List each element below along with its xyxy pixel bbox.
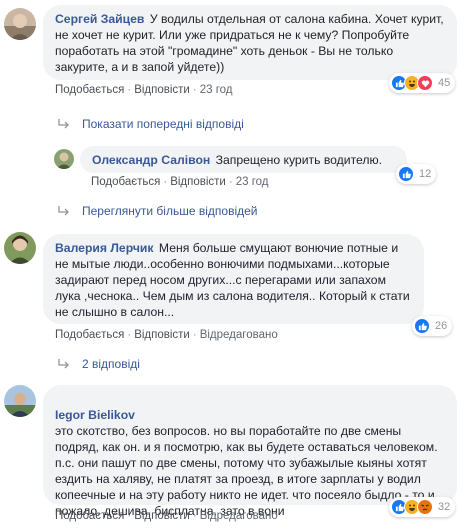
like-reaction-icon: [414, 318, 430, 334]
reply-link[interactable]: Відповісти: [134, 329, 190, 341]
reply-link[interactable]: Відповісти: [170, 176, 226, 188]
view-more-replies-link[interactable]: Переглянути більше відповідей: [56, 204, 257, 218]
edited-label[interactable]: Відредаговано: [200, 329, 278, 341]
replies-count-label[interactable]: 2 відповіді: [82, 357, 140, 371]
avatar[interactable]: [54, 149, 74, 169]
reply-link[interactable]: Відповісти: [134, 84, 190, 96]
avatar[interactable]: [4, 232, 36, 264]
like-link[interactable]: Подобається: [55, 510, 124, 522]
replies-count-link[interactable]: 2 відповіді: [56, 357, 140, 371]
like-link[interactable]: Подобається: [55, 329, 124, 341]
comment-actions: Подобається · Відповісти · Відредаговано: [55, 510, 278, 522]
show-previous-replies-label[interactable]: Показати попередні відповіді: [82, 117, 244, 131]
comment-bubble: Олександр Салівон Запрещено курить водит…: [80, 146, 407, 173]
reply-arrow-icon: [58, 359, 69, 369]
comment-author[interactable]: Iegor Bielikov: [55, 408, 135, 422]
reactions-summary[interactable]: 32: [389, 497, 456, 517]
comment-author[interactable]: Валерия Лерчик: [55, 241, 154, 255]
like-link[interactable]: Подобається: [55, 84, 124, 96]
comment-author[interactable]: Сергей Зайцев: [55, 12, 144, 26]
like-reaction-icon: [398, 166, 414, 182]
comment-actions: Подобається · Відповісти · 23 год: [55, 84, 233, 96]
avatar[interactable]: [4, 385, 36, 417]
angry-reaction-icon: [417, 499, 433, 515]
show-previous-replies-link[interactable]: Показати попередні відповіді: [56, 117, 244, 131]
avatar[interactable]: [4, 8, 36, 40]
reply-arrow-icon: [58, 206, 69, 216]
view-more-replies-label[interactable]: Переглянути більше відповідей: [82, 204, 257, 218]
reaction-count: 45: [438, 77, 451, 89]
reactions-summary[interactable]: 45: [389, 73, 456, 93]
comment-author[interactable]: Олександр Салівон: [92, 153, 210, 167]
comment-bubble: Iegor Bielikov это скотство, без вопросо…: [43, 385, 457, 518]
reaction-count: 32: [438, 501, 451, 513]
comment-text: это скотство, без вопросов. но вы порабо…: [55, 424, 438, 518]
reply-arrow-icon: [58, 119, 69, 129]
comment-time[interactable]: 23 год: [200, 84, 233, 96]
love-reaction-icon: [417, 75, 433, 91]
comment-bubble: Валерия Лерчик Меня больше смущают вонюч…: [43, 234, 424, 324]
comment-time[interactable]: 23 год: [236, 176, 269, 188]
comment-bubble: Сергей Зайцев У водилы отдельная от сало…: [43, 5, 457, 80]
reactions-summary[interactable]: 26: [412, 316, 453, 336]
edited-label[interactable]: Відредаговано: [200, 510, 278, 522]
comment-text: Запрещено курить водителю.: [215, 153, 383, 167]
reaction-count: 12: [419, 168, 432, 180]
comment-actions: Подобається · Відповісти · Відредаговано: [55, 329, 278, 341]
reactions-summary[interactable]: 12: [396, 164, 437, 184]
comment-actions: Подобається · Відповісти · 23 год: [91, 176, 269, 188]
reaction-count: 26: [435, 320, 448, 332]
reply-link[interactable]: Відповісти: [134, 510, 190, 522]
like-link[interactable]: Подобається: [91, 176, 160, 188]
